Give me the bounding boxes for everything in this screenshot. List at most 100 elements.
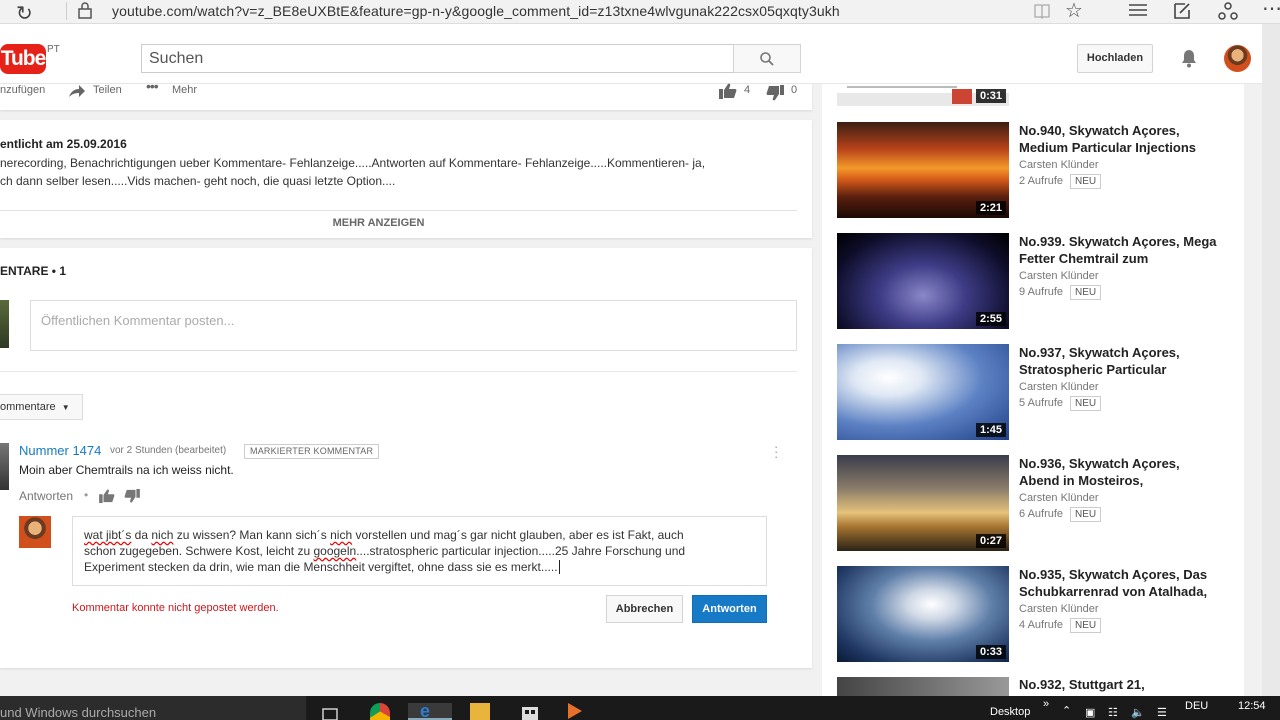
hub-icon[interactable] <box>1128 3 1148 19</box>
reading-view-icon[interactable] <box>1033 2 1051 20</box>
share-arrow-icon[interactable] <box>67 83 87 99</box>
overflow-chevron-icon[interactable]: » <box>1043 698 1049 710</box>
desktop-toolbar-label[interactable]: Desktop <box>990 706 1030 718</box>
youtube-logo[interactable]: Tube <box>0 44 46 74</box>
comment-author[interactable]: Nummer 1474 <box>19 443 101 458</box>
search-button[interactable] <box>733 44 801 73</box>
comment-meta[interactable]: vor 2 Stunden (bearbeitet) <box>110 445 226 456</box>
new-badge: NEU <box>1070 174 1102 189</box>
reply-line-1: wat jibt´s da nich zu wissen? Man kann s… <box>84 527 755 543</box>
view-count: 5 Aufrufe <box>1019 397 1064 409</box>
reply-link[interactable]: Antworten <box>19 489 73 503</box>
file-explorer-icon[interactable] <box>470 703 490 720</box>
reply-line-3: Experiment stecken da drin, wie man die … <box>84 560 560 574</box>
favorite-star-icon[interactable]: ☆ <box>1065 0 1083 23</box>
share-button[interactable]: Teilen <box>93 84 122 96</box>
description-line-1: nerecording, Benachrichtigungen ueber Ko… <box>0 156 706 170</box>
video-title[interactable]: No.939. Skywatch Açores, Mega Fetter Che… <box>1019 233 1219 267</box>
reply-textarea[interactable]: wat jibt´s da nich zu wissen? Man kann s… <box>72 516 767 586</box>
share-icon[interactable] <box>1217 1 1239 21</box>
related-video[interactable]: 0:27 No.936, Skywatch Açores, Abend in M… <box>837 455 1257 551</box>
comment-dislike-icon[interactable] <box>124 489 140 503</box>
divider <box>0 371 797 372</box>
video-title[interactable]: No.932, Stuttgart 21, <box>1019 677 1145 692</box>
video-thumbnail[interactable]: 2:21 <box>837 122 1009 218</box>
related-video[interactable]: 2:21 No.940, Skywatch Açores, Medium Par… <box>837 122 1257 218</box>
notifications-bell-icon[interactable] <box>1180 48 1198 68</box>
show-more-button[interactable]: MEHR ANZEIGEN <box>0 217 757 229</box>
video-title[interactable]: No.935, Skywatch Açores, Das Schubkarren… <box>1019 566 1219 600</box>
like-count: 4 <box>744 84 751 96</box>
video-title[interactable]: No.940, Skywatch Açores, Medium Particul… <box>1019 122 1219 156</box>
related-video[interactable]: 0:33 No.935, Skywatch Açores, Das Schubk… <box>837 566 1257 662</box>
video-thumbnail[interactable]: 0:31 <box>837 84 1009 106</box>
description-line-2: ch dann selber lesen.....Vids machen- ge… <box>0 174 396 188</box>
web-note-icon[interactable] <box>1172 1 1192 21</box>
taskbar-search-box[interactable]: und Windows durchsuchen <box>0 696 306 720</box>
channel-name[interactable]: Carsten Klünder <box>1019 270 1099 282</box>
comment-like-icon[interactable] <box>99 489 115 503</box>
chrome-icon[interactable] <box>370 703 390 720</box>
add-to-button[interactable]: nzufügen <box>0 84 45 96</box>
windows-taskbar: und Windows durchsuchen e Desktop » ⌃ ▣ … <box>0 696 1280 720</box>
media-player-icon[interactable] <box>568 703 582 719</box>
task-view-icon[interactable] <box>320 703 340 720</box>
like-thumb-icon[interactable] <box>719 83 737 99</box>
dislike-count: 0 <box>791 84 798 96</box>
store-icon[interactable] <box>520 703 540 720</box>
channel-name[interactable]: Carsten Klünder <box>1019 492 1099 504</box>
account-avatar[interactable] <box>1224 45 1251 72</box>
bullet-separator: • <box>84 488 89 502</box>
video-actions-card: nzufügen Teilen ••• Mehr 4 0 <box>0 78 812 110</box>
video-duration: 2:21 <box>975 201 1006 215</box>
channel-name[interactable]: Carsten Klünder <box>1019 603 1099 615</box>
sort-comments-dropdown[interactable]: ommentare ▼ <box>0 394 83 420</box>
video-title[interactable]: No.936, Skywatch Açores, Abend in Mostei… <box>1019 455 1219 489</box>
tray-up-arrow-icon[interactable]: ⌃ <box>1062 704 1071 717</box>
cancel-button[interactable]: Abbrechen <box>606 595 683 623</box>
more-dots-icon[interactable]: ••• <box>146 78 159 94</box>
upload-button[interactable]: Hochladen <box>1077 44 1153 73</box>
wifi-icon[interactable]: ☷ <box>1108 706 1118 719</box>
input-language[interactable]: DEU <box>1185 700 1208 712</box>
commenter-avatar[interactable] <box>0 443 9 490</box>
reply-line-2: schon zugegeben. Schwere Kost, leicht zu… <box>84 544 686 558</box>
refresh-icon[interactable]: ↻ <box>16 1 33 26</box>
video-thumbnail[interactable]: 2:55 <box>837 233 1009 329</box>
network-icon[interactable]: ▣ <box>1085 706 1095 719</box>
video-title[interactable]: No.937, Skywatch Açores, Stratospheric P… <box>1019 344 1219 378</box>
video-duration: 0:33 <box>975 645 1006 659</box>
clock[interactable]: 12:54 <box>1238 700 1266 712</box>
video-thumbnail[interactable]: 0:33 <box>837 566 1009 662</box>
submit-reply-button[interactable]: Antworten <box>692 595 767 623</box>
divider <box>0 210 797 211</box>
video-duration: 0:31 <box>975 89 1006 103</box>
channel-name[interactable]: Carsten Klünder <box>1019 381 1099 393</box>
browser-toolbar: ↻ youtube.com/watch?v=z_BE8eUXBtE&featur… <box>0 0 1280 26</box>
view-count: 2 Aufrufe <box>1019 175 1064 187</box>
video-thumbnail[interactable]: 1:45 <box>837 344 1009 440</box>
misspelled-word: nich <box>151 528 174 542</box>
video-thumbnail[interactable]: 0:27 <box>837 455 1009 551</box>
reply-text-segment: zu wissen? Man kann sich´s <box>173 528 331 542</box>
new-badge: NEU <box>1070 618 1102 633</box>
address-bar[interactable]: youtube.com/watch?v=z_BE8eUXBtE&feature=… <box>112 3 840 19</box>
dislike-thumb-icon[interactable] <box>766 85 784 101</box>
dropdown-arrow-icon: ▼ <box>61 403 70 412</box>
channel-name[interactable]: Carsten Klünder <box>1019 159 1099 171</box>
related-video[interactable]: 1:45 No.937, Skywatch Açores, Stratosphe… <box>837 344 1257 440</box>
more-button[interactable]: Mehr <box>172 84 197 96</box>
action-center-icon[interactable]: ☰ <box>1157 706 1167 719</box>
reply-user-avatar <box>19 516 51 548</box>
related-video[interactable]: 2:55 No.939. Skywatch Açores, Mega Fette… <box>837 233 1257 329</box>
scrollbar-track[interactable] <box>1262 24 1280 696</box>
more-icon[interactable]: ⋯ <box>1262 0 1280 21</box>
video-thumbnail[interactable] <box>837 677 1009 696</box>
edge-taskbar-button[interactable]: e <box>408 701 452 720</box>
volume-icon[interactable]: 🔈 <box>1131 706 1145 719</box>
comment-menu-icon[interactable]: · · · <box>774 440 778 463</box>
search-input[interactable]: Suchen <box>141 44 734 73</box>
comment-input[interactable]: Öffentlichen Kommentar posten... <box>30 300 797 351</box>
video-duration: 2:55 <box>975 312 1006 326</box>
highlighted-comment-badge: MARKIERTER KOMMENTAR <box>244 444 380 459</box>
